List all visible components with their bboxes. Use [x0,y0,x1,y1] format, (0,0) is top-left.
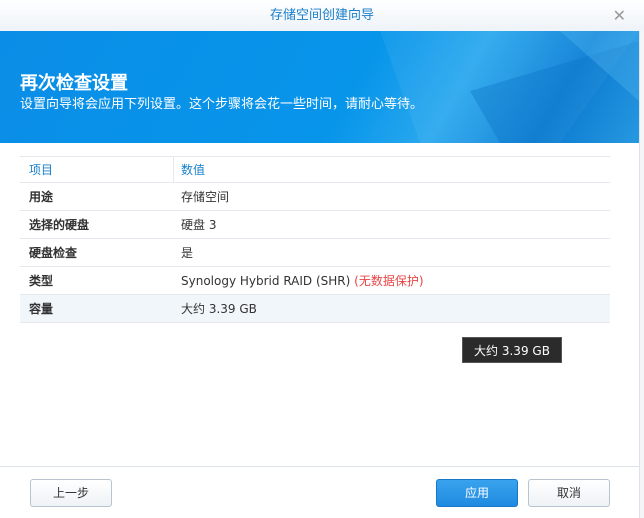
table-header: 项目 数值 [20,156,610,183]
table-row[interactable]: 容量 大约 3.39 GB [20,295,610,323]
row-item: 选择的硬盘 [29,218,90,232]
back-button[interactable]: 上一步 [30,479,112,507]
column-header-item[interactable]: 项目 [20,157,174,182]
row-item: 用途 [29,190,54,204]
no-protection-warning: (无数据保护) [354,274,424,288]
row-item: 类型 [29,274,54,288]
table-row[interactable]: 硬盘检查 是 [20,239,610,267]
page-subtitle: 设置向导将会应用下列设置。这个步骤将会花一些时间，请耐心等待。 [20,97,424,112]
cancel-button[interactable]: 取消 [528,479,610,507]
table-row[interactable]: 用途 存储空间 [20,183,610,211]
row-value: 是 [181,246,194,260]
raid-type: Synology Hybrid RAID (SHR) [181,274,351,288]
window-title: 存储空间创建向导 [269,8,374,23]
page-title: 再次检查设置 [20,73,128,94]
header-banner: 再次检查设置 设置向导将会应用下列设置。这个步骤将会花一些时间，请耐心等待。 [0,31,639,143]
row-item: 容量 [29,302,54,316]
row-value: Synology Hybrid RAID (SHR) (无数据保护) [174,267,610,294]
row-value: 硬盘 3 [181,218,217,232]
title-bar: 存储空间创建向导 ✕ [0,0,644,31]
table-row[interactable]: 类型 Synology Hybrid RAID (SHR) (无数据保护) [20,267,610,295]
apply-button[interactable]: 应用 [436,479,518,507]
row-value: 大约 3.39 GB [181,302,257,316]
row-item: 硬盘检查 [29,246,78,260]
row-value: 存储空间 [181,190,230,204]
column-header-value[interactable]: 数值 [174,157,610,182]
close-icon[interactable]: ✕ [613,0,626,31]
settings-table: 项目 数值 用途 存储空间 选择的硬盘 硬盘 3 硬盘检查 是 类型 Synol… [20,156,610,323]
scrollbar-track [639,31,644,518]
footer-divider [0,466,639,467]
tooltip: 大约 3.39 GB [462,337,562,363]
table-row[interactable]: 选择的硬盘 硬盘 3 [20,211,610,239]
